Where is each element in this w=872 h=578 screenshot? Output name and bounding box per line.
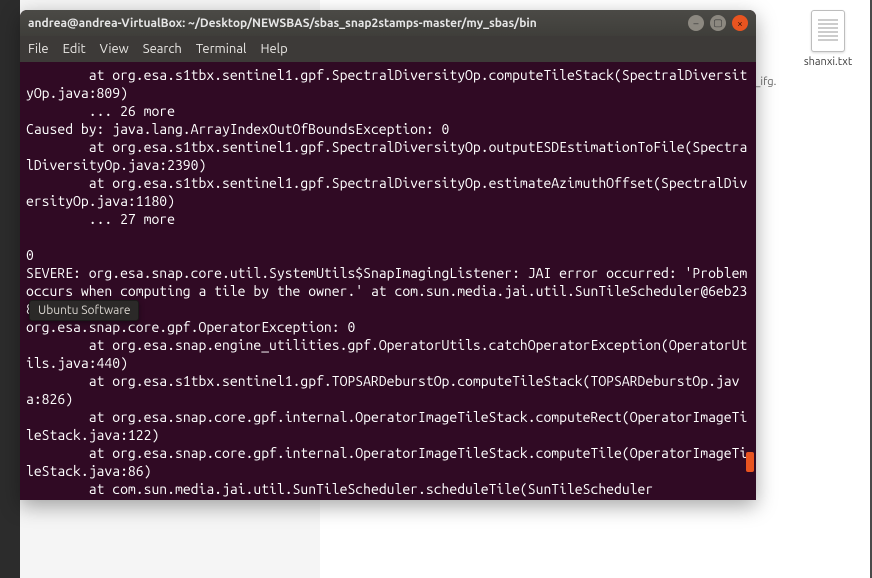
ubuntu-launcher[interactable] [0, 0, 20, 578]
maximize-button[interactable]: ▢ [710, 15, 726, 31]
terminal-window: andrea@andrea-VirtualBox: ~/Desktop/NEWS… [20, 10, 756, 500]
menu-help[interactable]: Help [260, 42, 287, 56]
menu-terminal[interactable]: Terminal [196, 42, 247, 56]
menu-view[interactable]: View [100, 42, 129, 56]
terminal-scrollbar-thumb[interactable] [746, 452, 754, 472]
window-title: andrea@andrea-VirtualBox: ~/Desktop/NEWS… [28, 17, 682, 30]
desktop-file-label: shanxi.txt [798, 56, 858, 68]
text-file-icon [811, 10, 845, 52]
close-button[interactable]: × [732, 15, 748, 31]
menu-search[interactable]: Search [143, 42, 182, 56]
background-label: _ifg. [755, 76, 776, 88]
desktop-file-shanxi[interactable]: shanxi.txt [798, 10, 858, 68]
minimize-button[interactable]: – [688, 15, 704, 31]
launcher-tooltip: Ubuntu Software [29, 300, 139, 321]
window-titlebar[interactable]: andrea@andrea-VirtualBox: ~/Desktop/NEWS… [20, 10, 756, 36]
terminal-output[interactable]: at org.esa.s1tbx.sentinel1.gpf.SpectralD… [20, 62, 756, 500]
menu-edit[interactable]: Edit [63, 42, 86, 56]
terminal-menubar: File Edit View Search Terminal Help [20, 36, 756, 62]
menu-file[interactable]: File [28, 42, 49, 56]
